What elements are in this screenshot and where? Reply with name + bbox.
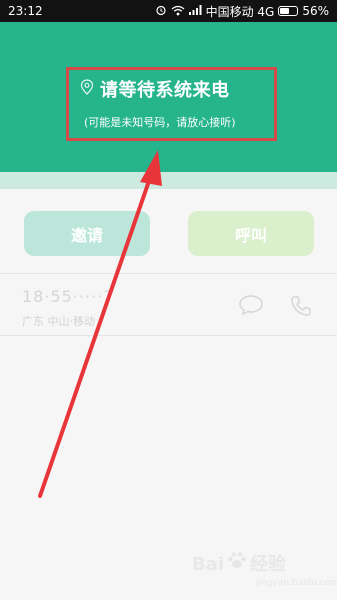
annotation-arrow [38,150,162,498]
